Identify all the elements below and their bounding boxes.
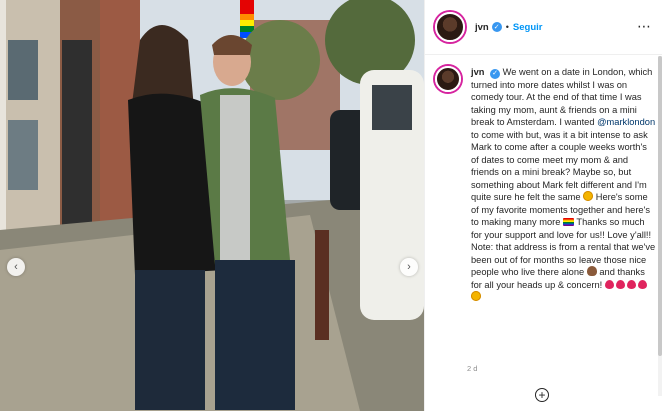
smiling-face-emoji-icon — [471, 291, 481, 301]
panel-scrollbar[interactable] — [658, 56, 662, 396]
heart-emoji-icon — [626, 279, 636, 289]
caption-text: jvn ✓ We went on a date in London, which… — [471, 66, 657, 304]
caption-block: jvn ✓ We went on a date in London, which… — [435, 66, 657, 304]
username-link[interactable]: jvn — [475, 22, 489, 33]
instagram-post: ‹ › jvn ✓ • Seguir ⋯ jvn ✓ We went on a … — [0, 0, 662, 411]
caption-username-link[interactable]: jvn — [471, 67, 484, 77]
scrollbar-thumb[interactable] — [658, 56, 662, 356]
heart-emoji-icon — [637, 279, 647, 289]
post-side-panel: jvn ✓ • Seguir ⋯ jvn ✓ We went on a date… — [424, 0, 662, 411]
more-options-icon[interactable]: ⋯ — [637, 18, 652, 35]
smiling-face-emoji-icon — [583, 191, 594, 201]
caption-verified-badge-icon: ✓ — [490, 68, 501, 79]
carousel-next-button[interactable]: › — [400, 258, 418, 276]
avatar[interactable] — [435, 12, 465, 42]
heart-emoji-icon — [604, 279, 614, 289]
carousel-prev-button[interactable]: ‹ — [7, 258, 25, 276]
follow-button[interactable]: Seguir — [513, 22, 543, 33]
add-comment-icon[interactable]: + — [535, 388, 549, 402]
caption-avatar[interactable] — [435, 66, 461, 92]
chevron-left-icon: ‹ — [14, 261, 18, 273]
post-photo[interactable]: ‹ › — [0, 0, 424, 411]
heart-emoji-icon — [615, 279, 625, 289]
person-emoji-icon — [586, 266, 597, 276]
rainbow-flag-emoji-icon — [562, 218, 574, 226]
photo-illustration — [0, 0, 424, 411]
verified-badge-icon: ✓ — [491, 22, 502, 32]
chevron-right-icon: › — [407, 261, 411, 273]
post-timestamp: 2 d — [467, 364, 478, 373]
mention-link[interactable]: @marklondon — [597, 117, 655, 127]
post-header: jvn ✓ • Seguir ⋯ — [425, 0, 662, 55]
separator-dot: • — [505, 22, 509, 32]
